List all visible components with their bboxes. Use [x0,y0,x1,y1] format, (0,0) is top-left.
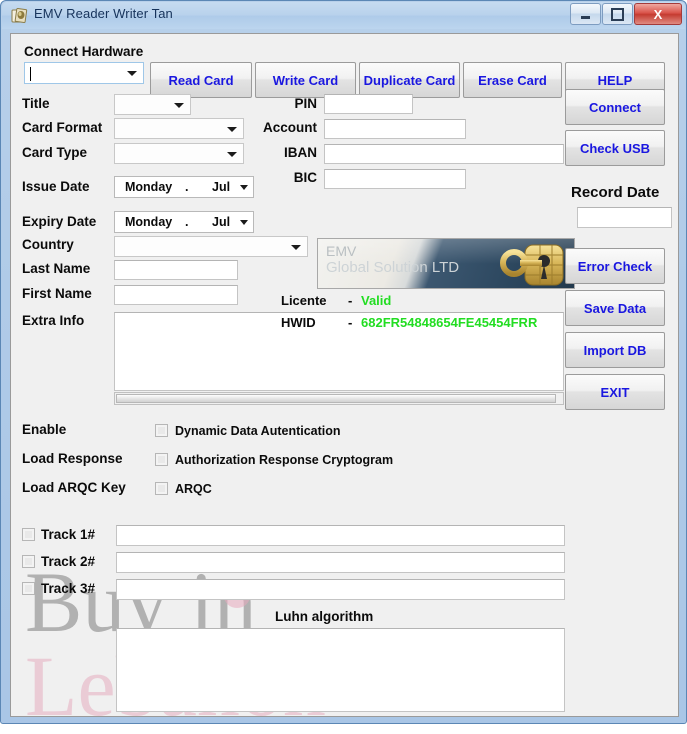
minimize-icon [571,4,600,24]
chevron-down-icon [291,244,301,250]
first-name-label: First Name [22,286,92,301]
licente-label: Licente [281,293,327,308]
maximize-button[interactable] [602,3,633,25]
minimize-button[interactable] [570,3,601,25]
app-window: EMV Reader Writer Tan X Connect Hardware… [0,0,687,729]
maximize-icon [603,4,632,24]
bic-label: BIC [293,170,317,185]
arqc-checkbox[interactable] [155,482,168,495]
hwid-label: HWID [281,315,316,330]
licente-separator: - [348,293,353,308]
card-format-label: Card Format [22,120,103,135]
last-name-input[interactable] [114,260,238,280]
enable-row-label: Enable [22,422,67,437]
dynamic-data-autentication-checkbox[interactable] [155,424,168,437]
client-area: Connect Hardware Read Card Write Card Du… [10,33,679,729]
track-3-label: Track 3# [41,581,96,596]
connect-hardware-combo[interactable] [24,62,144,84]
window-controls: X [569,3,682,25]
expiry-date-picker[interactable]: Monday . Jul [114,211,254,233]
track-2-checkbox[interactable] [22,555,35,568]
issue-date-label: Issue Date [22,179,90,194]
issue-date-separator: . [185,180,189,194]
first-name-input[interactable] [114,285,238,305]
country-combo[interactable] [114,236,308,257]
iban-input[interactable] [324,144,564,164]
last-name-label: Last Name [22,261,91,276]
chevron-down-icon[interactable] [240,185,248,190]
expiry-date-label: Expiry Date [22,214,97,229]
record-date-input[interactable] [577,207,672,228]
luhn-algorithm-label: Luhn algorithm [275,609,374,624]
check-usb-button[interactable]: Check USB [565,130,665,166]
country-label: Country [22,237,74,252]
card-line2: Global Solution LTD [326,259,460,276]
authorization-response-cryptogram-label: Authorization Response Cryptogram [175,453,394,467]
text-caret [30,67,31,81]
arqc-label: ARQC [175,482,212,496]
expiry-date-separator: . [185,215,189,229]
hscrollbar-thumb[interactable] [116,394,556,403]
record-date-label: Record Date [571,184,660,201]
track-1-label: Track 1# [41,527,96,542]
extra-info-label: Extra Info [22,313,85,328]
write-card-button[interactable]: Write Card [255,62,356,98]
track-3-checkbox[interactable] [22,582,35,595]
expiry-date-month: Jul [212,215,231,229]
load-arqc-key-row-label: Load ARQC Key [22,480,126,495]
track-2-label: Track 2# [41,554,96,569]
card-line1: EMV [326,243,357,259]
title-combo[interactable] [114,94,191,115]
licente-value: Valid [361,293,392,308]
gold-key-chip-icon [500,243,566,288]
pin-input[interactable] [324,94,413,114]
extra-info-hscrollbar[interactable] [114,392,564,405]
error-check-button[interactable]: Error Check [565,248,665,284]
close-icon: X [653,6,663,22]
load-response-row-label: Load Response [22,451,123,466]
connect-button[interactable]: Connect [565,89,665,125]
account-input[interactable] [324,119,466,139]
close-button[interactable]: X [634,3,682,25]
iban-label: IBAN [284,145,317,160]
track-1-input[interactable] [116,525,565,546]
cards-icon [11,7,28,24]
expiry-date-day: Monday [125,215,173,229]
connect-hardware-label: Connect Hardware [24,44,144,59]
import-db-button[interactable]: Import DB [565,332,665,368]
erase-card-button[interactable]: Erase Card [463,62,562,98]
pin-label: PIN [294,96,317,111]
chevron-down-icon[interactable] [240,220,248,225]
hwid-value: 682FR54848654FE45454FRR [361,315,538,330]
duplicate-card-button[interactable]: Duplicate Card [359,62,460,98]
hwid-separator: - [348,315,353,330]
exit-button[interactable]: EXIT [565,374,665,410]
bic-input[interactable] [324,169,466,189]
title-bar: EMV Reader Writer Tan X [2,2,685,29]
dynamic-data-autentication-label: Dynamic Data Autentication [175,424,341,438]
card-type-label: Card Type [22,145,88,160]
window-title: EMV Reader Writer Tan [34,6,173,21]
emv-card-image: EMV Global Solution LTD [317,238,575,289]
client-vscrollbar[interactable] [673,34,678,716]
account-label: Account [263,120,317,135]
issue-date-day: Monday [125,180,173,194]
track-1-checkbox[interactable] [22,528,35,541]
title-label: Title [22,96,50,111]
chevron-down-icon [174,102,184,108]
authorization-response-cryptogram-checkbox[interactable] [155,453,168,466]
luhn-output-textarea[interactable] [116,628,565,712]
chevron-down-icon [127,71,137,76]
track-3-input[interactable] [116,579,565,600]
read-card-button[interactable]: Read Card [150,62,252,98]
track-2-input[interactable] [116,552,565,573]
save-data-button[interactable]: Save Data [565,290,665,326]
